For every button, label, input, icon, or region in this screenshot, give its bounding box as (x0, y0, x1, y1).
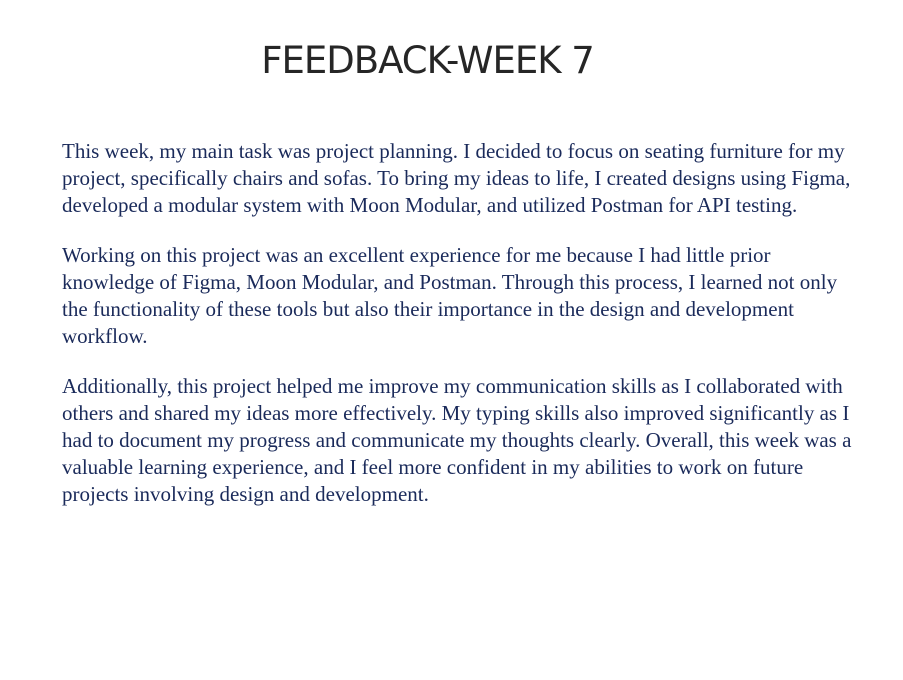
slide-title: FEEDBACK-WEEK 7 (261, 39, 595, 82)
paragraph-1: This week, my main task was project plan… (62, 139, 851, 217)
slide: FEEDBACK-WEEK 7 This week, my main task … (0, 0, 903, 680)
paragraph-3: Additionally, this project helped me imp… (62, 374, 852, 506)
slide-body: This week, my main task was project plan… (62, 138, 852, 531)
paragraph-2: Working on this project was an excellent… (62, 243, 838, 348)
